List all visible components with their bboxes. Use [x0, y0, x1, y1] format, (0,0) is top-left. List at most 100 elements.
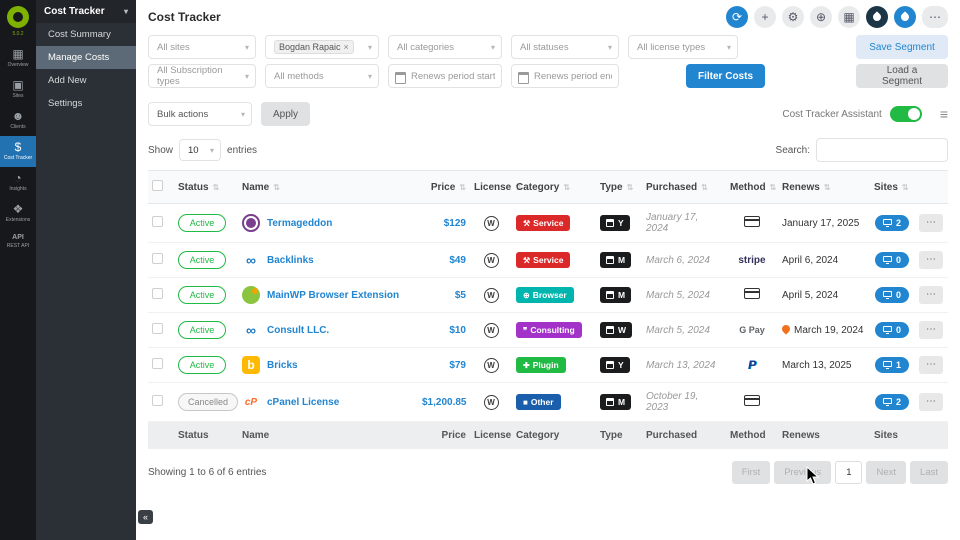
- wrench-icon: ⚒: [523, 218, 531, 228]
- filter-methods-select[interactable]: All methods: [265, 64, 379, 88]
- main-content: Cost Tracker ⟳ + ⚙ ⊕ ▦ ⋯ All sites Bogda…: [136, 0, 960, 540]
- assistant-toggle[interactable]: [889, 106, 922, 122]
- col-name[interactable]: Name: [238, 170, 418, 204]
- row-actions-button[interactable]: ⋯: [919, 251, 943, 269]
- cost-name-link[interactable]: Termageddon: [267, 218, 332, 229]
- pagination-first[interactable]: First: [731, 461, 771, 484]
- row-checkbox[interactable]: [152, 323, 163, 334]
- cost-name-link[interactable]: MainWP Browser Extension: [267, 290, 399, 301]
- sidebar-item-cost-summary[interactable]: Cost Summary: [36, 23, 136, 46]
- save-segment-button[interactable]: Save Segment: [856, 35, 948, 59]
- type-badge: M: [600, 252, 632, 268]
- table-row[interactable]: Active ∞ Consult LLC. $10 W ❞ Consulting W…: [148, 312, 948, 348]
- col-status[interactable]: Status: [174, 170, 238, 204]
- theme-dark-button[interactable]: [866, 6, 888, 28]
- table-row[interactable]: Active Termageddon $129 W ⚒ Service Y Jan…: [148, 203, 948, 243]
- rail-item-api[interactable]: API REST API: [0, 229, 36, 255]
- row-checkbox[interactable]: [152, 216, 163, 227]
- pagination-last[interactable]: Last: [910, 461, 948, 484]
- filter-categories-select[interactable]: All categories: [388, 35, 502, 59]
- rail-item-insights[interactable]: ◔ Insights: [0, 167, 36, 198]
- row-checkbox[interactable]: [152, 288, 163, 299]
- settings-button[interactable]: ⚙: [782, 6, 804, 28]
- table-row[interactable]: Active b Bricks $79 W ✚ Plugin Y March 13,…: [148, 347, 948, 383]
- row-checkbox[interactable]: [152, 253, 163, 264]
- row-checkbox[interactable]: [152, 395, 163, 406]
- renews-start-input[interactable]: [388, 64, 502, 88]
- purchased-date: March 5, 2024: [642, 277, 726, 313]
- renews-start-wrap: [388, 64, 502, 88]
- bulk-actions-select[interactable]: Bulk actions: [148, 102, 252, 126]
- select-all-checkbox[interactable]: [152, 180, 163, 191]
- table-row[interactable]: Active ∞ Backlinks $49 W ⚒ Service M March…: [148, 242, 948, 278]
- sites-badge[interactable]: 0: [874, 287, 909, 303]
- sites-badge[interactable]: 1: [874, 357, 909, 373]
- load-segment-button[interactable]: Load a Segment: [856, 64, 948, 88]
- cost-name-link[interactable]: Consult LLC.: [267, 325, 329, 336]
- pagination-next[interactable]: Next: [866, 461, 907, 484]
- table-footer-row: Status Name Price License Category Type …: [148, 421, 948, 449]
- theme-color-button[interactable]: [894, 6, 916, 28]
- row-actions-button[interactable]: ⋯: [919, 356, 943, 374]
- col-price[interactable]: Price: [418, 170, 470, 204]
- add-button[interactable]: +: [754, 6, 776, 28]
- col-category[interactable]: Category: [512, 170, 596, 204]
- table-row[interactable]: Active MainWP Browser Extension $5 W ⊕ Br…: [148, 277, 948, 313]
- refresh-button[interactable]: ⟳: [726, 6, 748, 28]
- remove-tag-icon[interactable]: ×: [344, 42, 349, 52]
- collapse-sidebar-button[interactable]: «: [138, 510, 153, 524]
- wordpress-icon: W: [483, 322, 499, 338]
- sidebar-item-settings[interactable]: Settings: [36, 92, 136, 115]
- apply-button[interactable]: Apply: [261, 102, 311, 126]
- filter-statuses-select[interactable]: All statuses: [511, 35, 619, 59]
- rail-item-cost-tracker[interactable]: $ Cost Tracker: [0, 136, 36, 167]
- col-license[interactable]: License: [470, 170, 512, 204]
- filter-client-select[interactable]: Bogdan Rapaic ×: [265, 35, 379, 59]
- search-input[interactable]: [816, 138, 948, 162]
- renews-end-input[interactable]: [511, 64, 619, 88]
- page-size-select[interactable]: 10: [179, 139, 222, 161]
- filter-sites-select[interactable]: All sites: [148, 35, 256, 59]
- sidebar-title[interactable]: Cost Tracker ▾: [36, 0, 136, 23]
- col-renews[interactable]: Renews: [778, 170, 870, 204]
- sidebar-item-add-new[interactable]: Add New: [36, 69, 136, 92]
- table-row[interactable]: Cancelled cP cPanel License $1,200.85 W ■…: [148, 382, 948, 422]
- grid-button[interactable]: ▦: [838, 6, 860, 28]
- row-actions-button[interactable]: ⋯: [919, 321, 943, 339]
- filter-costs-button[interactable]: Filter Costs: [686, 64, 766, 88]
- pagination-previous[interactable]: Previous: [774, 461, 832, 484]
- calendar-icon: [606, 291, 614, 299]
- more-options-button[interactable]: ⋯: [922, 6, 948, 28]
- pagination-page-1[interactable]: 1: [835, 461, 863, 484]
- cost-name-link[interactable]: Backlinks: [267, 255, 314, 266]
- row-checkbox[interactable]: [152, 358, 163, 369]
- col-type[interactable]: Type: [596, 170, 642, 204]
- row-actions-button[interactable]: ⋯: [919, 214, 943, 232]
- sidebar-item-manage-costs[interactable]: Manage Costs: [36, 46, 136, 69]
- col-purchased[interactable]: Purchased: [642, 170, 726, 204]
- wordpress-icon: W: [483, 287, 499, 303]
- mainwp-logo[interactable]: [7, 6, 29, 28]
- rail-item-sites[interactable]: ▣ Sites: [0, 74, 36, 105]
- cost-name-link[interactable]: cPanel License: [267, 397, 339, 408]
- filter-license-types-select[interactable]: All license types: [628, 35, 738, 59]
- menu-icon[interactable]: ≡: [940, 106, 948, 122]
- rail-item-overview[interactable]: ▦ Overview: [0, 43, 36, 74]
- rail-item-clients[interactable]: ☻ Clients: [0, 105, 36, 136]
- filter-subscription-types-select[interactable]: All Subscription types: [148, 64, 256, 88]
- paypal-icon: P: [747, 358, 756, 372]
- row-actions-button[interactable]: ⋯: [919, 393, 943, 411]
- sites-badge[interactable]: 2: [874, 215, 909, 231]
- sites-badge[interactable]: 0: [874, 252, 909, 268]
- globe-button[interactable]: ⊕: [810, 6, 832, 28]
- status-badge: Active: [178, 251, 226, 269]
- sites-badge[interactable]: 2: [874, 394, 909, 410]
- row-actions-button[interactable]: ⋯: [919, 286, 943, 304]
- rail-item-extensions[interactable]: ❖ Extensions: [0, 198, 36, 229]
- type-badge: M: [600, 287, 632, 303]
- col-method[interactable]: Method: [726, 170, 778, 204]
- col-sites[interactable]: Sites: [870, 170, 914, 204]
- sites-badge[interactable]: 0: [874, 322, 909, 338]
- cost-name-link[interactable]: Bricks: [267, 360, 298, 371]
- status-badge: Cancelled: [178, 393, 239, 411]
